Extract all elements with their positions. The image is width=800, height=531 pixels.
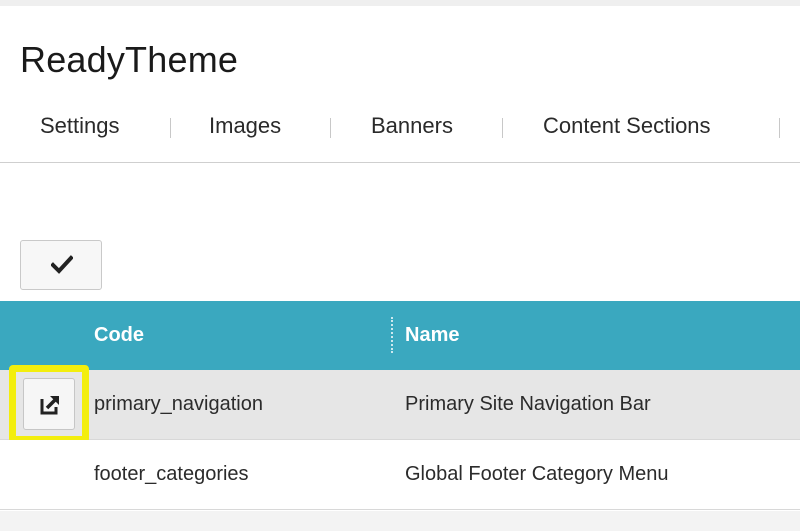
bottom-strip [0, 511, 800, 531]
row-code: primary_navigation [94, 393, 263, 415]
confirm-button[interactable] [20, 240, 102, 290]
tab-content-sections[interactable]: Content Sections [543, 106, 711, 146]
tabs-divider [0, 162, 800, 163]
column-header-code[interactable]: Code [94, 301, 144, 370]
tab-separator [170, 118, 171, 138]
page-title: ReadyTheme [20, 39, 239, 80]
tab-bar: Settings Images Banners Content Sections [0, 106, 800, 146]
row-code: footer_categories [94, 463, 249, 485]
tab-images[interactable]: Images [209, 106, 281, 146]
tab-separator [502, 118, 503, 138]
column-header-name[interactable]: Name [405, 301, 459, 370]
tab-separator [779, 118, 780, 138]
tab-settings[interactable]: Settings [40, 106, 120, 146]
row-name: Global Footer Category Menu [405, 463, 669, 485]
table-row[interactable]: primary_navigation Primary Site Navigati… [0, 370, 800, 439]
row-name: Primary Site Navigation Bar [405, 393, 651, 415]
top-strip [0, 0, 800, 6]
tab-banners[interactable]: Banners [371, 106, 453, 146]
table-header: Code Name [0, 301, 800, 370]
table-row[interactable]: footer_categories Global Footer Category… [0, 440, 800, 509]
row-divider [0, 509, 800, 510]
column-resize-handle[interactable] [391, 317, 393, 353]
checkmark-icon [51, 255, 73, 274]
tab-separator [330, 118, 331, 138]
open-row-button[interactable] [23, 378, 75, 430]
open-external-icon [40, 396, 59, 415]
